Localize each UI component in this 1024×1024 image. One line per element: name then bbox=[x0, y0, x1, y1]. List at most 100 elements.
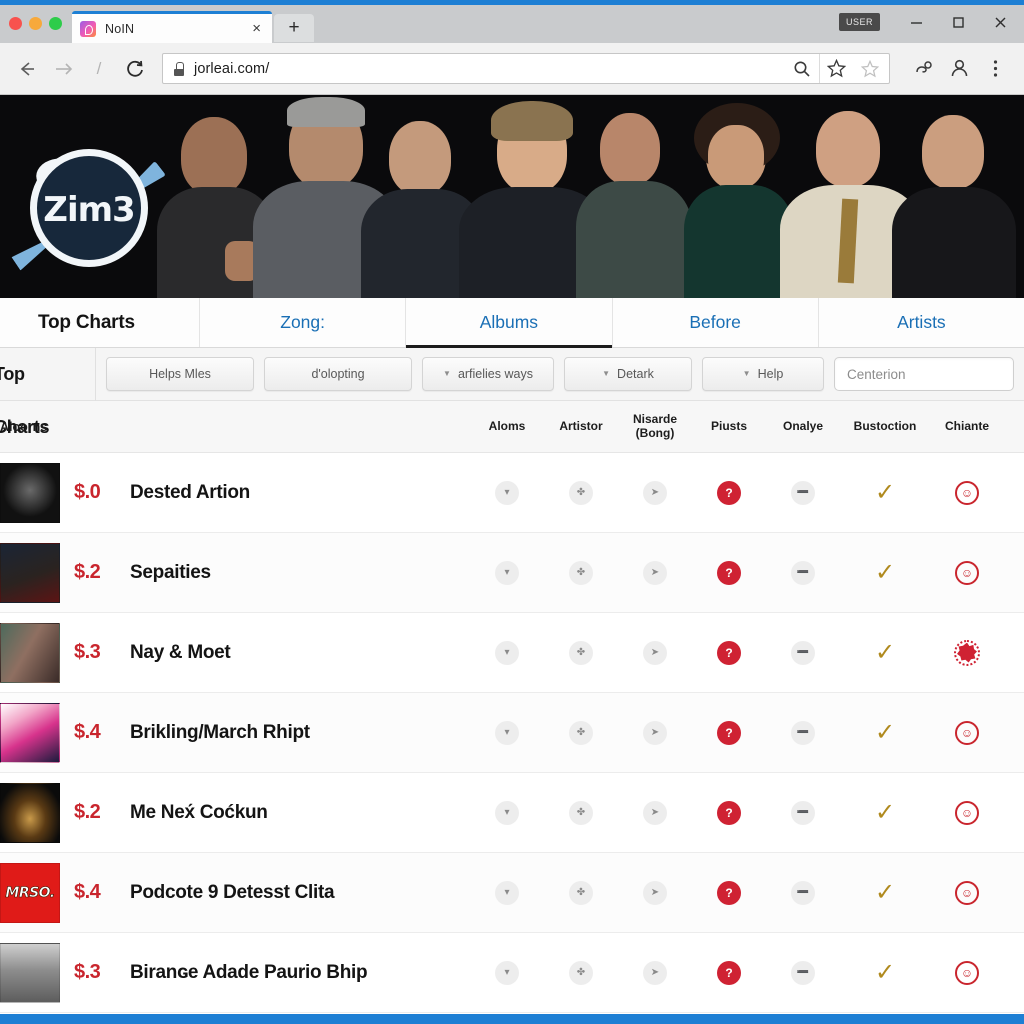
close-button[interactable] bbox=[980, 9, 1020, 35]
check-icon[interactable]: ✓ bbox=[875, 800, 895, 825]
aloms-icon[interactable]: ▾ bbox=[495, 800, 519, 825]
back-icon[interactable] bbox=[12, 54, 42, 84]
cell-bustoction[interactable]: ✓ bbox=[840, 800, 930, 825]
cell-bustoction[interactable]: ✓ bbox=[840, 560, 930, 585]
column-header-nisarde-bong[interactable]: Nisarde (Bong) bbox=[618, 412, 692, 440]
aloms-icon[interactable]: ▾ bbox=[495, 960, 519, 985]
piusts-badge-icon[interactable]: ? bbox=[717, 480, 741, 505]
onalye-icon[interactable]: ➖ bbox=[791, 720, 815, 745]
cell-onalye[interactable]: ➖ bbox=[766, 720, 840, 745]
cell-onalye[interactable]: ➖ bbox=[766, 960, 840, 985]
cell-chiante[interactable] bbox=[930, 639, 1004, 666]
row-title[interactable]: Sepaities bbox=[130, 562, 211, 584]
close-window-dot[interactable] bbox=[9, 17, 22, 30]
piusts-badge-icon[interactable]: ? bbox=[717, 560, 741, 585]
album-thumbnail[interactable] bbox=[0, 942, 60, 1003]
check-icon[interactable]: ✓ bbox=[875, 480, 895, 505]
album-thumbnail[interactable]: MRSO. bbox=[0, 862, 60, 923]
star-icon[interactable] bbox=[819, 54, 853, 83]
cell-piusts[interactable]: ? bbox=[692, 720, 766, 745]
cell-nisarde[interactable]: ➤ bbox=[618, 560, 692, 585]
smiley-icon[interactable]: ☺ bbox=[955, 720, 979, 745]
piusts-badge-icon[interactable]: ? bbox=[717, 720, 741, 745]
cell-bustoction[interactable]: ✓ bbox=[840, 640, 930, 665]
nav-tab-before[interactable]: Before bbox=[613, 298, 819, 347]
cell-nisarde[interactable]: ➤ bbox=[618, 960, 692, 985]
piusts-badge-icon[interactable]: ? bbox=[717, 880, 741, 905]
artistor-icon[interactable]: ✤ bbox=[569, 640, 593, 665]
cell-onalye[interactable]: ➖ bbox=[766, 800, 840, 825]
row-title[interactable]: Dested Artion bbox=[130, 482, 250, 504]
search-box[interactable] bbox=[834, 357, 1024, 391]
browser-tab[interactable]: NoIN × bbox=[72, 11, 272, 43]
table-row[interactable]: $.3 Nay & Moet ▾ ✤ ➤ ? ➖ ✓ bbox=[0, 613, 1024, 693]
aloms-icon[interactable]: ▾ bbox=[495, 480, 519, 505]
search-icon[interactable] bbox=[785, 54, 819, 83]
cell-artistor[interactable]: ✤ bbox=[544, 640, 618, 665]
minimize-window-dot[interactable] bbox=[29, 17, 42, 30]
search-input[interactable] bbox=[847, 366, 1024, 382]
artistor-icon[interactable]: ✤ bbox=[569, 720, 593, 745]
site-logo[interactable]: Zim3 bbox=[18, 139, 158, 279]
artistor-icon[interactable]: ✤ bbox=[569, 880, 593, 905]
nav-brand-top-charts[interactable]: Top Charts bbox=[0, 298, 200, 347]
cell-chiante[interactable]: ☺ bbox=[930, 800, 1004, 825]
check-icon[interactable]: ✓ bbox=[875, 880, 895, 905]
column-header-aloorns[interactable]: Aloorns bbox=[0, 420, 470, 434]
nav-tab-albums[interactable]: Albums bbox=[406, 298, 613, 348]
address-bar[interactable]: jorleai.com/ bbox=[162, 53, 890, 84]
extensions-icon[interactable] bbox=[906, 54, 940, 84]
table-row[interactable]: $.2 Sepaities ▾ ✤ ➤ ? ➖ ✓ ☺ bbox=[0, 533, 1024, 613]
column-header-chiante[interactable]: Chiante bbox=[930, 419, 1004, 433]
onalye-icon[interactable]: ➖ bbox=[791, 640, 815, 665]
table-row[interactable]: $.2 Me Nex́ Coćkun ▾ ✤ ➤ ? ➖ ✓ ☺ bbox=[0, 773, 1024, 853]
aloms-icon[interactable]: ▾ bbox=[495, 880, 519, 905]
cell-aloms[interactable]: ▾ bbox=[470, 560, 544, 585]
cell-nisarde[interactable]: ➤ bbox=[618, 640, 692, 665]
column-header-artistor[interactable]: Artistor bbox=[544, 419, 618, 433]
cell-piusts[interactable]: ? bbox=[692, 560, 766, 585]
filter-chip-arfielies-ways[interactable]: ▼ arfielies ways bbox=[422, 357, 554, 391]
nisarde-icon[interactable]: ➤ bbox=[643, 480, 667, 505]
cell-chiante[interactable]: ☺ bbox=[930, 720, 1004, 745]
aloms-icon[interactable]: ▾ bbox=[495, 720, 519, 745]
nisarde-icon[interactable]: ➤ bbox=[643, 800, 667, 825]
cell-aloms[interactable]: ▾ bbox=[470, 720, 544, 745]
cell-chiante[interactable]: ☺ bbox=[930, 560, 1004, 585]
cell-nisarde[interactable]: ➤ bbox=[618, 800, 692, 825]
burst-badge-icon[interactable] bbox=[954, 639, 980, 666]
column-header-onalye[interactable]: Onalye bbox=[766, 419, 840, 433]
nisarde-icon[interactable]: ➤ bbox=[643, 560, 667, 585]
onalye-icon[interactable]: ➖ bbox=[791, 960, 815, 985]
table-row[interactable]: $.3 Biranɢe Adade Paurio Bhip ▾ ✤ ➤ ? ➖ … bbox=[0, 933, 1024, 1013]
nisarde-icon[interactable]: ➤ bbox=[643, 640, 667, 665]
onalye-icon[interactable]: ➖ bbox=[791, 560, 815, 585]
profile-icon[interactable] bbox=[942, 54, 976, 84]
cell-piusts[interactable]: ? bbox=[692, 640, 766, 665]
row-title[interactable]: Me Nex́ Coćkun bbox=[130, 802, 268, 824]
table-row[interactable]: $.0 Dested Artion ▾ ✤ ➤ ? ➖ ✓ ☺ bbox=[0, 453, 1024, 533]
cell-onalye[interactable]: ➖ bbox=[766, 880, 840, 905]
cell-aloms[interactable]: ▾ bbox=[470, 960, 544, 985]
smiley-icon[interactable]: ☺ bbox=[955, 800, 979, 825]
check-icon[interactable]: ✓ bbox=[875, 960, 895, 985]
column-header-aloms[interactable]: Aloms bbox=[470, 419, 544, 433]
new-tab-button[interactable]: + bbox=[274, 14, 314, 42]
check-icon[interactable]: ✓ bbox=[875, 720, 895, 745]
cell-chiante[interactable]: ☺ bbox=[930, 880, 1004, 905]
row-title[interactable]: Brikling/March Rhipt bbox=[130, 722, 310, 744]
check-icon[interactable]: ✓ bbox=[875, 560, 895, 585]
cell-aloms[interactable]: ▾ bbox=[470, 640, 544, 665]
filter-chip-detark[interactable]: ▼ Detark bbox=[564, 357, 692, 391]
piusts-badge-icon[interactable]: ? bbox=[717, 960, 741, 985]
album-thumbnail[interactable] bbox=[0, 782, 60, 843]
cell-piusts[interactable]: ? bbox=[692, 960, 766, 985]
check-icon[interactable]: ✓ bbox=[875, 640, 895, 665]
cell-bustoction[interactable]: ✓ bbox=[840, 880, 930, 905]
cell-aloms[interactable]: ▾ bbox=[470, 480, 544, 505]
cell-artistor[interactable]: ✤ bbox=[544, 880, 618, 905]
piusts-badge-icon[interactable]: ? bbox=[717, 640, 741, 665]
artistor-icon[interactable]: ✤ bbox=[569, 960, 593, 985]
maximize-button[interactable] bbox=[938, 9, 978, 35]
cell-nisarde[interactable]: ➤ bbox=[618, 880, 692, 905]
